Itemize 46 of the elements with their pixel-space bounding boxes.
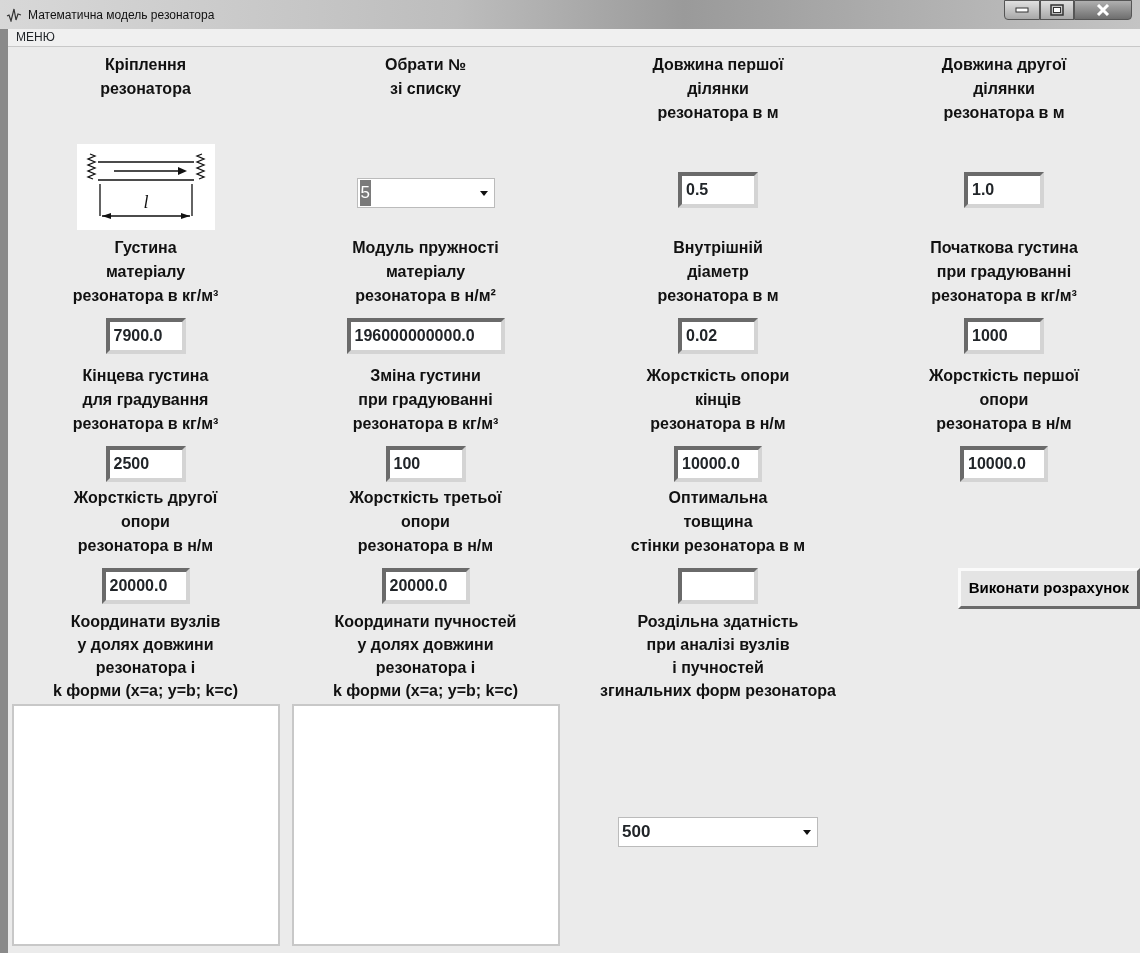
field-label: Обрати № зі списку — [385, 55, 466, 99]
input-field[interactable]: 1000 — [964, 318, 1044, 354]
input-field[interactable]: 10000.0 — [674, 446, 762, 482]
window-title: Математична модель резонатора — [28, 6, 215, 24]
field-label: Густина матеріалу резонатора в кг/м³ — [72, 238, 219, 306]
input-field[interactable]: 20000.0 — [381, 568, 470, 604]
input-field[interactable] — [678, 568, 758, 604]
field-label: Роздільна здатність при аналізі вузлів і пучностей згинальних форм резонатора — [600, 612, 836, 701]
caret-icon — [479, 190, 488, 196]
input-field[interactable]: 0.02 — [678, 318, 758, 354]
field-label: Жорсткість третьої опори резонатора в н/м — [349, 488, 502, 556]
menu-item[interactable]: МЕНЮ — [14, 30, 57, 44]
input-field[interactable]: 100 — [385, 446, 466, 482]
input-field[interactable]: 0.5 — [678, 172, 758, 208]
input-field[interactable]: 2500 — [105, 446, 186, 482]
field-label: Координати пучностей у долях довжини резонатора і k форми (x=a; y=b; k=c) — [332, 612, 519, 701]
field-label: Початкова густина при градуюванні резонатора в кг/м³ — [930, 238, 1078, 306]
dropdown[interactable]: 500 — [618, 817, 818, 847]
field-label: Довжина другої ділянки резонатора в м — [941, 55, 1067, 123]
field-label: Довжина першої ділянки резонатора в м — [652, 55, 784, 123]
minimize-icon — [1015, 7, 1029, 13]
close-icon — [1096, 4, 1110, 16]
field-label: Кінцева густина для градування резонатора в кг/м³ — [72, 366, 219, 434]
field-label: Модуль пружності матеріалу резонатора в н/м² — [352, 238, 499, 306]
field-label: Жорсткість опори кінців резонатора в н/м — [646, 366, 790, 434]
calculate-button[interactable]: Виконати розрахунок — [957, 568, 1140, 609]
input-field[interactable]: 1.0 — [964, 172, 1044, 208]
close-button[interactable] — [1074, 0, 1132, 20]
input-field[interactable]: 7900.0 — [105, 318, 186, 354]
maximize-button[interactable] — [1040, 0, 1074, 20]
field-label: Жорсткість першої опори резонатора в н/м — [929, 366, 1079, 434]
input-field[interactable]: 10000.0 — [960, 446, 1048, 482]
field-label: Оптимальна товщина стінки резонатора в м — [630, 488, 806, 556]
field-label: Жорсткість другої опори резонатора в н/м — [73, 488, 218, 556]
caret-icon — [803, 829, 811, 835]
field-label: Зміна густини при градуюванні резонатора в кг/м³ — [352, 366, 499, 434]
minimize-button[interactable] — [1004, 0, 1040, 20]
app-icon — [6, 7, 22, 22]
maximize-icon — [1050, 4, 1064, 16]
field-label: Внутрішній діаметр резонатора в м — [657, 238, 779, 306]
input-field[interactable]: 196000000000.0 — [346, 318, 505, 354]
field-label: Кріплення резонатора — [100, 55, 191, 99]
input-field[interactable]: 20000.0 — [101, 568, 190, 604]
length-label: l — [143, 192, 148, 212]
dropdown[interactable]: 5 — [356, 178, 495, 208]
field-label: Координати вузлів у долях довжини резонатора і k форми (x=a; y=b; k=c) — [52, 612, 239, 701]
